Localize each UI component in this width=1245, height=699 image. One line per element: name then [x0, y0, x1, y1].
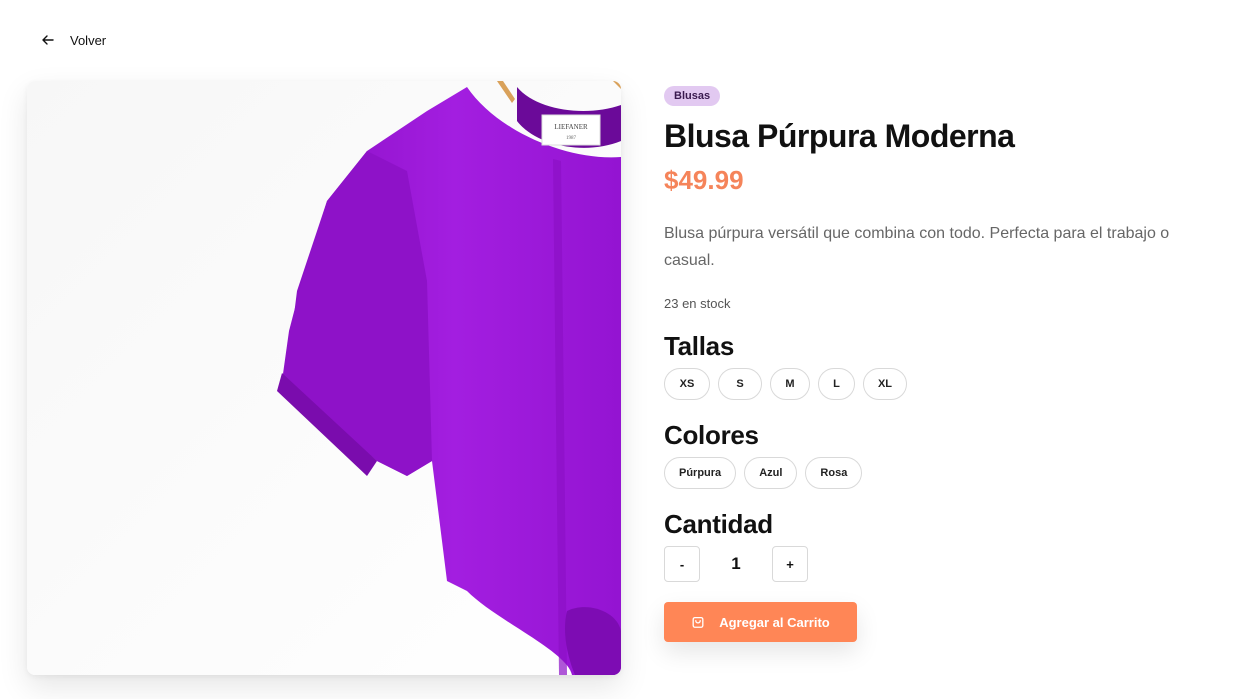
size-m[interactable]: M	[770, 368, 810, 400]
product-price: $49.99	[664, 165, 744, 195]
back-link[interactable]: Volver	[40, 32, 106, 48]
color-options: Púrpura Azul Rosa	[664, 457, 1224, 489]
brand-label-sub: 1987	[566, 136, 577, 141]
size-xs[interactable]: XS	[664, 368, 710, 400]
stock-count: 23 en stock	[664, 296, 731, 311]
quantity-stepper: - 1 +	[664, 546, 1224, 582]
colors-heading: Colores	[664, 420, 759, 450]
increase-quantity-button[interactable]: +	[772, 546, 808, 582]
shopping-bag-icon	[692, 616, 704, 628]
add-to-cart-label: Agregar al Carrito	[719, 614, 830, 630]
back-label: Volver	[70, 32, 107, 48]
product-title: Blusa Púrpura Moderna	[664, 118, 1015, 154]
color-pink[interactable]: Rosa	[805, 457, 863, 489]
size-options: XS S M L XL	[664, 368, 1224, 400]
color-purple[interactable]: Púrpura	[664, 457, 737, 489]
decrease-quantity-button[interactable]: -	[664, 546, 700, 582]
product-description: Blusa púrpura versátil que combina con t…	[664, 225, 1170, 269]
quantity-value: 1	[731, 554, 741, 573]
color-blue[interactable]: Azul	[744, 457, 798, 489]
add-to-cart-button[interactable]: Agregar al Carrito	[664, 602, 857, 642]
size-s[interactable]: S	[718, 368, 762, 400]
size-l[interactable]: L	[818, 368, 855, 400]
arrow-left-icon	[42, 35, 54, 45]
product-image: LIEFANER 1987	[27, 81, 621, 675]
size-xl[interactable]: XL	[863, 368, 907, 400]
category-badge: Blusas	[664, 86, 721, 106]
sizes-heading: Tallas	[664, 331, 734, 361]
product-info: Blusas Blusa Púrpura Moderna $49.99 Blus…	[664, 86, 1224, 642]
quantity-heading: Cantidad	[664, 509, 773, 539]
brand-label: LIEFANER	[554, 123, 588, 131]
